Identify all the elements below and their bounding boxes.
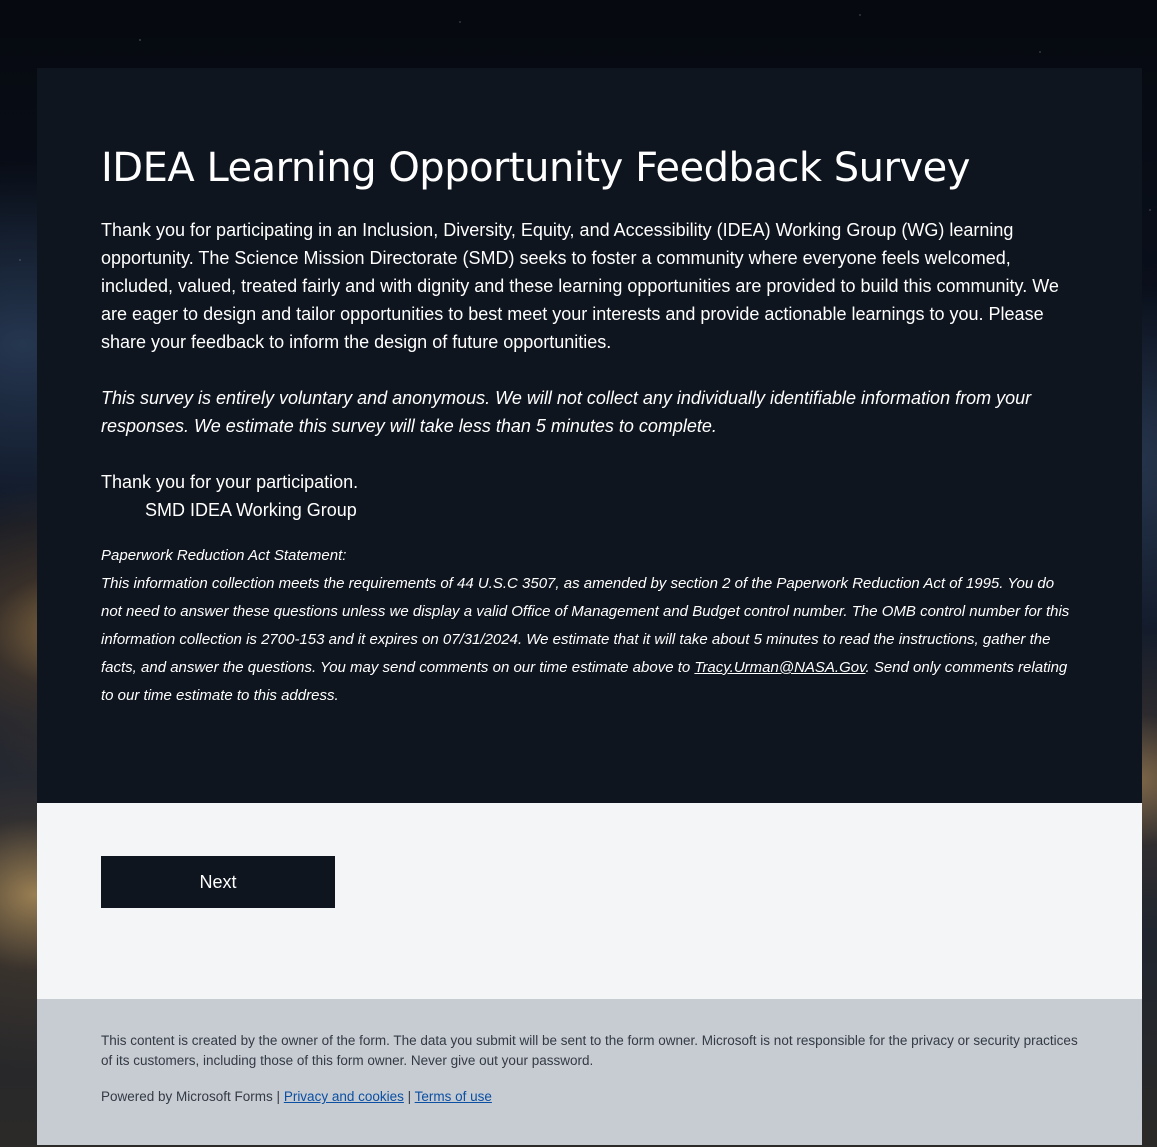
form-footer: This content is created by the owner of … bbox=[37, 999, 1142, 1145]
powered-by-line: Powered by Microsoft Forms | Privacy and… bbox=[101, 1087, 1078, 1107]
powered-by-text: Powered by Microsoft Forms | bbox=[101, 1089, 284, 1104]
pra-heading: Paperwork Reduction Act Statement: bbox=[101, 547, 347, 564]
terms-link[interactable]: Terms of use bbox=[415, 1089, 492, 1104]
next-button[interactable]: Next bbox=[101, 856, 335, 908]
navigation-panel: Next bbox=[37, 803, 1142, 999]
contact-email-link[interactable]: Tracy.Urman@NASA.Gov bbox=[694, 659, 865, 676]
paperwork-statement: Paperwork Reduction Act Statement: This … bbox=[101, 542, 1078, 710]
form-card: IDEA Learning Opportunity Feedback Surve… bbox=[37, 68, 1142, 1145]
pra-body: This information collection meets the re… bbox=[101, 570, 1078, 710]
voluntary-note: This survey is entirely voluntary and an… bbox=[101, 388, 1032, 436]
signature-text: SMD IDEA Working Group bbox=[145, 500, 357, 520]
thanks-text: Thank you for your participation. bbox=[101, 472, 359, 492]
privacy-link[interactable]: Privacy and cookies bbox=[284, 1089, 404, 1104]
intro-text: Thank you for participating in an Inclus… bbox=[101, 220, 1059, 352]
form-header: IDEA Learning Opportunity Feedback Surve… bbox=[37, 68, 1142, 803]
page-title: IDEA Learning Opportunity Feedback Surve… bbox=[101, 145, 970, 191]
footer-separator: | bbox=[403, 1089, 415, 1104]
footer-disclaimer: This content is created by the owner of … bbox=[101, 1033, 1078, 1068]
